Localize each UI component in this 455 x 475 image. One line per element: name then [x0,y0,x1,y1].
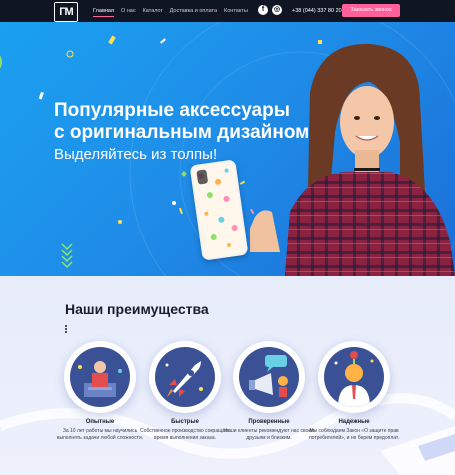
feature-experienced-circle [64,341,136,413]
brand-logo[interactable]: ГМ [54,2,78,22]
nav-link-catalog[interactable]: Каталог [143,7,163,17]
top-navigation-bar: ГМ Главная О нас Каталог Доставка и опла… [0,0,455,22]
model-with-phone-case-image [250,43,455,276]
rocket-icon [165,361,203,397]
feature-reliable-text: Мы соблюдаем Закон «О защите прав потреб… [308,428,400,441]
nav-link-about[interactable]: О нас [121,7,136,17]
advantages-title: Наши преимущества [65,301,209,317]
main-navigation: Главная О нас Каталог Доставка и оплата … [93,7,248,17]
phone-number[interactable]: +38 (044) 337 80 20 [292,8,342,14]
reliable-person-icon [334,351,374,407]
megaphone-icon [249,355,288,397]
section-dots-decoration [65,325,67,334]
experienced-worker-icon [78,361,122,397]
facebook-icon[interactable]: f [258,5,268,15]
nav-link-delivery[interactable]: Доставка и оплата [170,7,217,17]
feature-reliable-circle [318,341,390,413]
nav-link-home[interactable]: Главная [93,7,114,17]
instagram-icon[interactable]: ◎ [272,5,282,15]
feature-reliable-title: Надежные [338,419,370,425]
hero-subtitle: Выделяйтесь из толпы! [54,146,218,163]
order-call-button[interactable]: Заказать звонок [342,4,400,17]
feature-trusted-circle [233,341,305,413]
feature-fast-circle [149,341,221,413]
nav-link-contacts[interactable]: Контакты [224,7,248,17]
hero-banner: Популярные аксессуары с оригинальным диз… [0,22,455,276]
